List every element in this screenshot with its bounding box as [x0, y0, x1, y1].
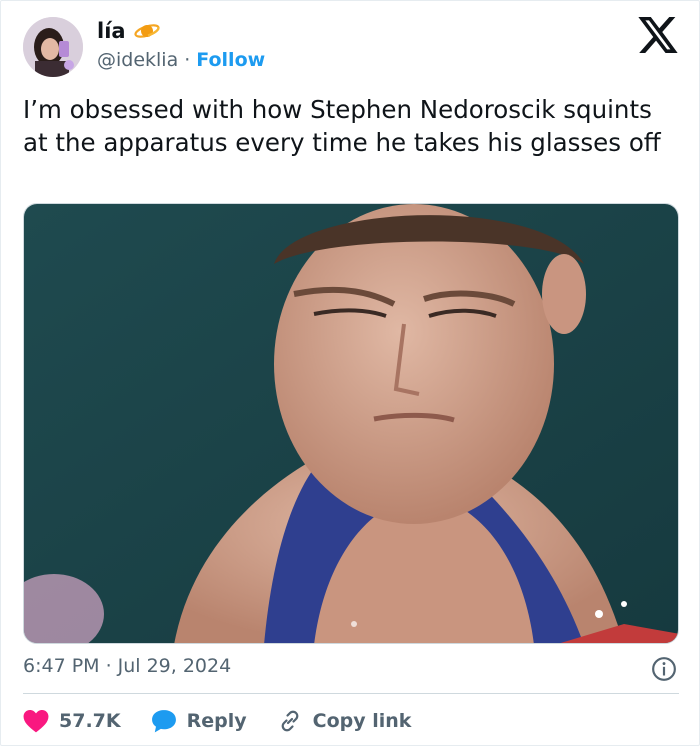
info-icon[interactable] — [651, 656, 677, 682]
tweet-embed-card: lía @ideklia · Follow I’m obsessed with … — [0, 0, 700, 746]
copy-link-button[interactable]: Copy link — [277, 709, 412, 733]
follow-button[interactable]: Follow — [196, 49, 265, 71]
link-icon — [281, 710, 298, 732]
heart-icon — [23, 709, 49, 733]
avatar[interactable] — [23, 17, 83, 77]
planet-emoji-icon — [133, 24, 160, 38]
display-name[interactable]: lía — [97, 19, 126, 43]
separator-dot: · — [105, 655, 112, 677]
handle-row: @ideklia · Follow — [97, 49, 265, 71]
reply-label: Reply — [186, 710, 247, 732]
copy-link-label: Copy link — [312, 710, 412, 732]
tweet-date: Jul 29, 2024 — [117, 655, 232, 677]
separator-dot: · — [184, 49, 191, 71]
divider — [23, 693, 679, 694]
reply-button[interactable]: Reply — [151, 709, 247, 733]
like-count: 57.7K — [59, 710, 121, 732]
reply-bubble-icon — [151, 710, 176, 733]
tweet-photo[interactable] — [23, 203, 679, 644]
athlete-photo-image — [24, 204, 678, 643]
user-handle[interactable]: @ideklia — [97, 49, 178, 71]
name-row: lía — [97, 19, 160, 43]
action-bar: 57.7K Reply Copy link — [23, 705, 441, 737]
like-button[interactable]: 57.7K — [23, 709, 121, 733]
tweet-timestamp[interactable]: 6:47 PM · Jul 29, 2024 — [23, 655, 231, 677]
tweet-text: I’m obsessed with how Stephen Nedoroscik… — [23, 95, 661, 157]
tweet-time: 6:47 PM — [23, 655, 100, 677]
avatar-image — [23, 17, 83, 77]
x-logo-icon[interactable] — [637, 17, 679, 53]
